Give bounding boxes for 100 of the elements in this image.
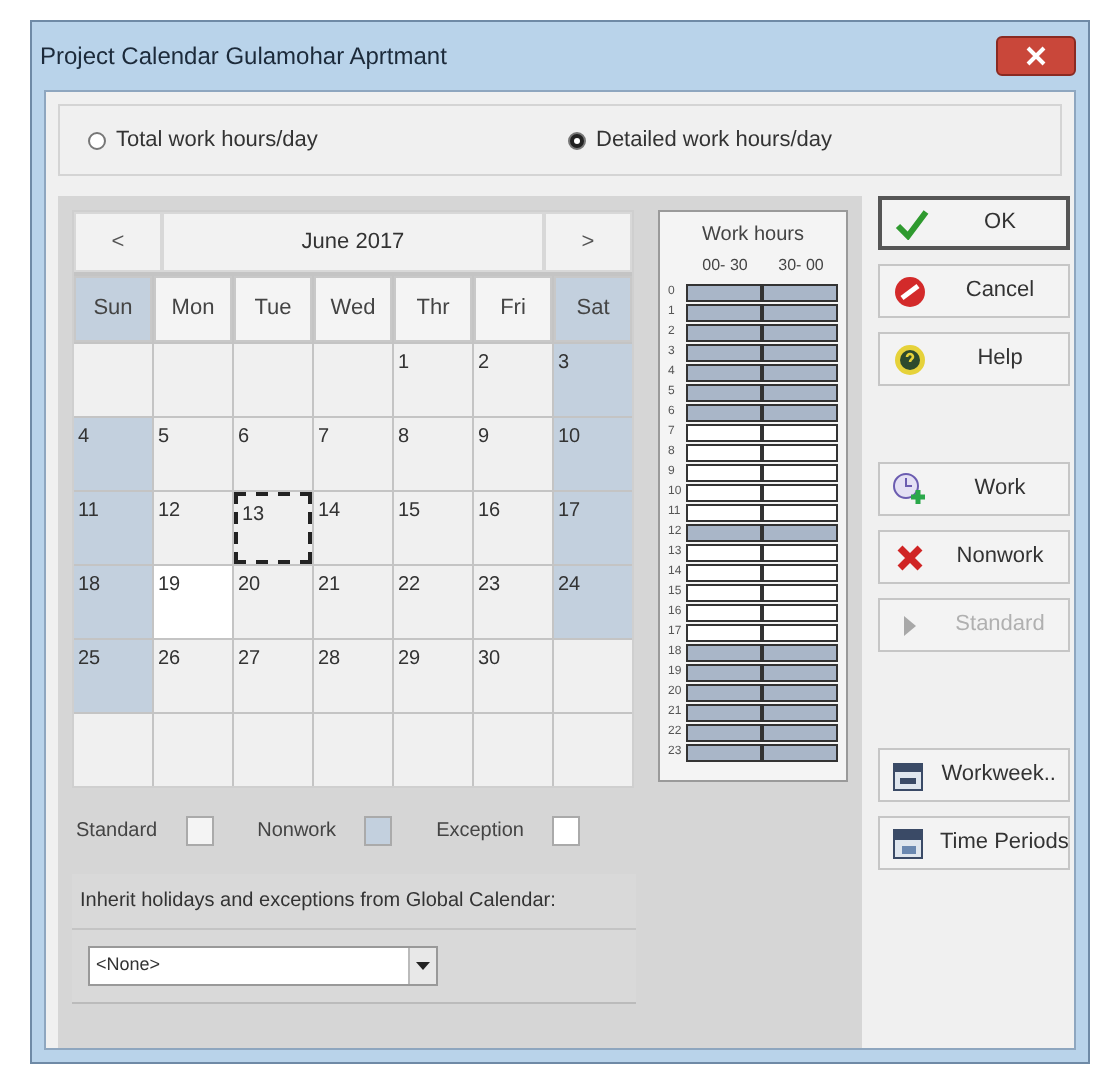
time-slot[interactable] bbox=[686, 703, 762, 721]
day-cell[interactable]: 12 bbox=[154, 492, 232, 564]
time-slot[interactable] bbox=[762, 343, 838, 361]
time-slot[interactable] bbox=[762, 643, 838, 661]
time-slot[interactable] bbox=[762, 363, 838, 381]
time-slot[interactable] bbox=[762, 583, 838, 601]
day-cell[interactable]: 15 bbox=[394, 492, 472, 564]
time-slot[interactable] bbox=[686, 383, 762, 401]
time-slot[interactable] bbox=[686, 643, 762, 661]
time-slot[interactable] bbox=[686, 443, 762, 461]
day-cell[interactable]: 17 bbox=[554, 492, 632, 564]
day-cell[interactable]: 21 bbox=[314, 566, 392, 638]
day-cell[interactable] bbox=[474, 714, 552, 786]
time-slot[interactable] bbox=[686, 303, 762, 321]
time-slot[interactable] bbox=[762, 503, 838, 521]
day-cell[interactable]: 3 bbox=[554, 344, 632, 416]
time-slot[interactable] bbox=[762, 403, 838, 421]
day-cell[interactable]: 13 bbox=[234, 492, 312, 564]
day-cell[interactable]: 4 bbox=[74, 418, 152, 490]
day-cell[interactable]: 29 bbox=[394, 640, 472, 712]
time-slot[interactable] bbox=[762, 283, 838, 301]
radio-button[interactable] bbox=[568, 131, 586, 149]
time-slot[interactable] bbox=[762, 443, 838, 461]
previous-month-button[interactable]: < bbox=[74, 212, 162, 272]
dialog-button[interactable]: Work bbox=[878, 462, 1070, 516]
day-cell[interactable] bbox=[394, 714, 472, 786]
time-slot[interactable] bbox=[762, 463, 838, 481]
time-slot[interactable] bbox=[762, 683, 838, 701]
time-slot[interactable] bbox=[686, 483, 762, 501]
day-cell[interactable] bbox=[74, 344, 152, 416]
day-cell[interactable] bbox=[554, 640, 632, 712]
day-cell[interactable]: 27 bbox=[234, 640, 312, 712]
time-slot[interactable] bbox=[762, 563, 838, 581]
day-cell[interactable] bbox=[154, 344, 232, 416]
calendar-dropdown[interactable]: <None> bbox=[88, 946, 438, 986]
radio-button[interactable] bbox=[88, 131, 106, 149]
day-cell[interactable]: 7 bbox=[314, 418, 392, 490]
time-slot[interactable] bbox=[762, 723, 838, 741]
time-slot[interactable] bbox=[686, 323, 762, 341]
time-slot[interactable] bbox=[686, 343, 762, 361]
day-cell[interactable]: 19 bbox=[154, 566, 232, 638]
time-slot[interactable] bbox=[686, 423, 762, 441]
day-cell[interactable]: 1 bbox=[394, 344, 472, 416]
day-cell[interactable]: 8 bbox=[394, 418, 472, 490]
time-slot[interactable] bbox=[686, 543, 762, 561]
day-cell[interactable] bbox=[314, 714, 392, 786]
time-slot[interactable] bbox=[686, 523, 762, 541]
time-slot[interactable] bbox=[686, 403, 762, 421]
time-slot[interactable] bbox=[762, 623, 838, 641]
day-cell[interactable]: 16 bbox=[474, 492, 552, 564]
time-slot[interactable] bbox=[686, 283, 762, 301]
time-slot[interactable] bbox=[762, 303, 838, 321]
dialog-button[interactable]: Cancel bbox=[878, 264, 1070, 318]
day-cell[interactable]: 28 bbox=[314, 640, 392, 712]
day-cell[interactable] bbox=[234, 714, 312, 786]
time-slot[interactable] bbox=[686, 683, 762, 701]
time-slot[interactable] bbox=[762, 603, 838, 621]
day-cell[interactable]: 2 bbox=[474, 344, 552, 416]
day-cell[interactable] bbox=[234, 344, 312, 416]
time-slot[interactable] bbox=[762, 423, 838, 441]
day-cell[interactable] bbox=[154, 714, 232, 786]
time-slot[interactable] bbox=[762, 523, 838, 541]
time-slot[interactable] bbox=[762, 663, 838, 681]
day-cell[interactable] bbox=[314, 344, 392, 416]
time-slot[interactable] bbox=[686, 503, 762, 521]
time-slot[interactable] bbox=[762, 483, 838, 501]
day-cell[interactable]: 18 bbox=[74, 566, 152, 638]
dialog-button[interactable]: Workweek.. bbox=[878, 748, 1070, 802]
time-slot[interactable] bbox=[686, 723, 762, 741]
day-cell[interactable]: 9 bbox=[474, 418, 552, 490]
day-cell[interactable] bbox=[554, 714, 632, 786]
dialog-button[interactable]: OK bbox=[878, 196, 1070, 250]
day-cell[interactable]: 30 bbox=[474, 640, 552, 712]
day-cell[interactable]: 23 bbox=[474, 566, 552, 638]
day-cell[interactable] bbox=[74, 714, 152, 786]
day-cell[interactable]: 5 bbox=[154, 418, 232, 490]
day-cell[interactable]: 14 bbox=[314, 492, 392, 564]
time-slot[interactable] bbox=[686, 623, 762, 641]
time-slot[interactable] bbox=[686, 603, 762, 621]
time-slot[interactable] bbox=[686, 563, 762, 581]
time-slot[interactable] bbox=[686, 463, 762, 481]
time-slot[interactable] bbox=[762, 743, 838, 761]
next-month-button[interactable]: > bbox=[544, 212, 632, 272]
time-slot[interactable] bbox=[762, 383, 838, 401]
day-cell[interactable]: 25 bbox=[74, 640, 152, 712]
day-cell[interactable]: 6 bbox=[234, 418, 312, 490]
day-cell[interactable]: 20 bbox=[234, 566, 312, 638]
time-slot[interactable] bbox=[686, 583, 762, 601]
time-slot[interactable] bbox=[762, 543, 838, 561]
close-button[interactable] bbox=[996, 36, 1076, 76]
day-cell[interactable]: 10 bbox=[554, 418, 632, 490]
time-slot[interactable] bbox=[686, 663, 762, 681]
time-slot[interactable] bbox=[686, 363, 762, 381]
day-cell[interactable]: 26 bbox=[154, 640, 232, 712]
day-cell[interactable]: 22 bbox=[394, 566, 472, 638]
time-slot[interactable] bbox=[686, 743, 762, 761]
day-cell[interactable]: 11 bbox=[74, 492, 152, 564]
dialog-button[interactable]: Time Periods bbox=[878, 816, 1070, 870]
time-slot[interactable] bbox=[762, 323, 838, 341]
day-cell[interactable]: 24 bbox=[554, 566, 632, 638]
